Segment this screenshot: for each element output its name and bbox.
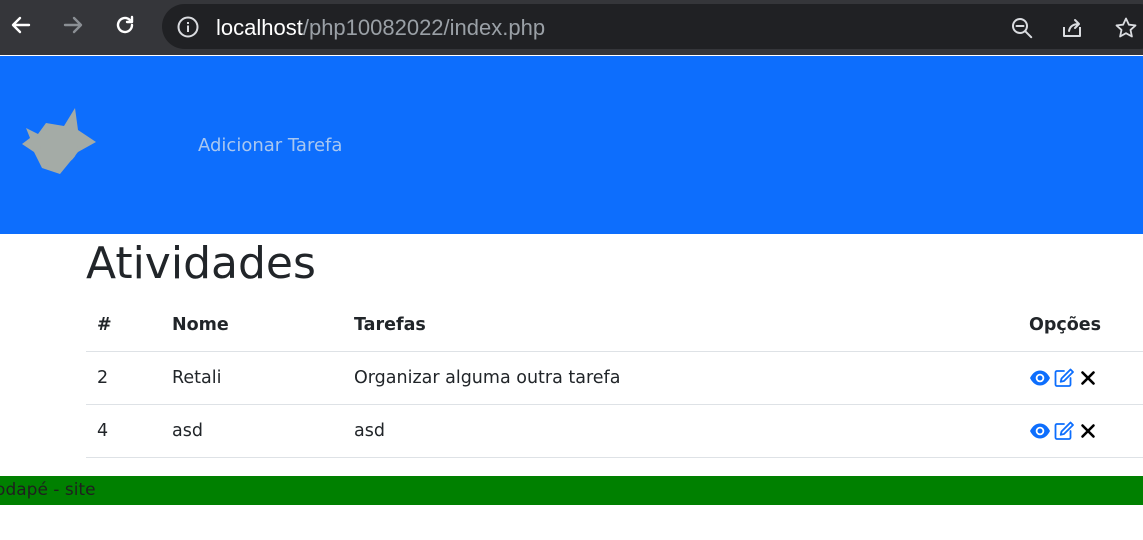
close-icon[interactable] (1077, 420, 1099, 442)
column-header-opcoes: Opções (1018, 300, 1143, 352)
site-info-icon[interactable] (176, 15, 200, 39)
column-header-nome: Nome (161, 300, 343, 352)
table-row: 4 asd asd (86, 404, 1143, 458)
cell-id: 4 (86, 404, 161, 458)
share-icon[interactable] (1060, 16, 1084, 40)
address-bar[interactable]: localhost/php10082022/index.php (162, 4, 1143, 49)
cell-tarefa: asd (343, 404, 1018, 458)
back-icon[interactable] (8, 10, 34, 40)
cell-tarefa: Organizar alguma outra tarefa (343, 351, 1018, 405)
cell-id: 2 (86, 351, 161, 405)
column-header-id: # (86, 300, 161, 352)
page-title: Atividades (86, 238, 316, 289)
bookmark-star-icon[interactable] (1114, 16, 1138, 40)
eye-icon[interactable] (1029, 367, 1051, 389)
browser-toolbar: localhost/php10082022/index.php (0, 0, 1143, 55)
url-host: localhost (216, 15, 303, 40)
add-task-link[interactable]: Adicionar Tarefa (198, 135, 342, 156)
close-icon[interactable] (1077, 367, 1099, 389)
site-header: Adicionar Tarefa (0, 56, 1143, 234)
url-text: localhost/php10082022/index.php (216, 15, 545, 41)
url-path: /php10082022/index.php (302, 15, 546, 40)
edit-icon[interactable] (1053, 367, 1075, 389)
eye-icon[interactable] (1029, 420, 1051, 442)
cell-options (1018, 351, 1143, 405)
footer-text: Rodapé - site (0, 480, 96, 500)
table-row: 2 Retali Organizar alguma outra tarefa (86, 351, 1143, 405)
tasks-table: # Nome Tarefas Opções 2 Retali Organizar… (86, 300, 1143, 458)
reload-icon[interactable] (112, 10, 138, 40)
column-header-tarefas: Tarefas (343, 300, 1018, 352)
zoom-icon[interactable] (1010, 16, 1034, 40)
logo-image[interactable] (20, 108, 98, 176)
table-header-row: # Nome Tarefas Opções (86, 300, 1143, 352)
cell-nome: asd (161, 404, 343, 458)
edit-icon[interactable] (1053, 420, 1075, 442)
forward-icon[interactable] (60, 10, 86, 40)
cell-options (1018, 404, 1143, 458)
cell-nome: Retali (161, 351, 343, 405)
site-footer: Rodapé - site (0, 476, 1143, 505)
